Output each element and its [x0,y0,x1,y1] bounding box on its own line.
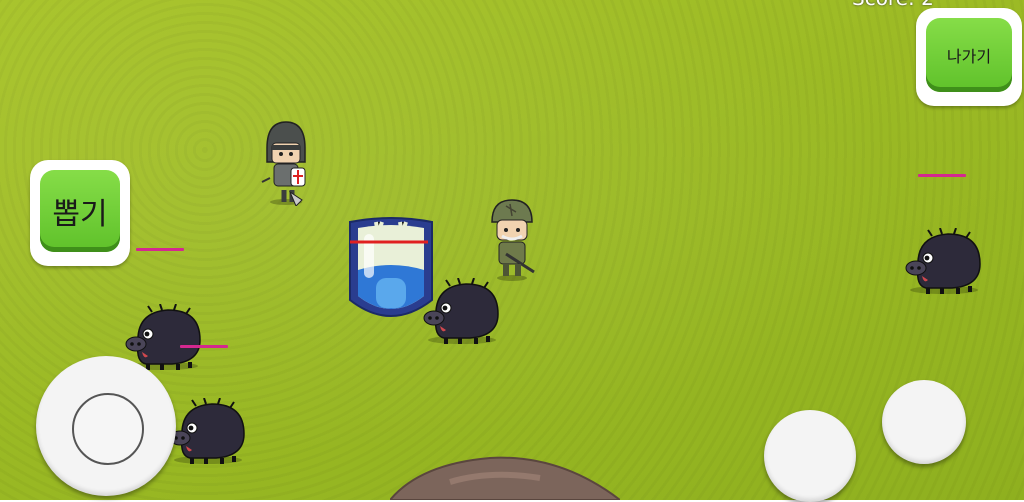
boar-center[interactable] [420,278,502,346]
soldier-character[interactable] [486,198,540,282]
draw-button-label: 뽑기 [52,197,108,232]
draw-button[interactable]: 뽑기 [30,160,130,266]
joystick-knob[interactable] [72,393,144,465]
knight-character[interactable] [258,118,314,206]
hp-bar-right [918,174,966,177]
exit-button[interactable]: 나가기 [916,8,1022,106]
rock [390,456,620,500]
action-button-right[interactable] [882,380,966,464]
boar-right[interactable] [902,228,984,296]
boar-bottom-left[interactable] [166,398,248,466]
hp-bar-left-lower [180,345,228,348]
exit-button-label: 나가기 [946,47,992,66]
hp-bar-left-upper [136,248,184,251]
action-button-left[interactable] [764,410,856,502]
score-text: Score: 2 [852,0,934,10]
